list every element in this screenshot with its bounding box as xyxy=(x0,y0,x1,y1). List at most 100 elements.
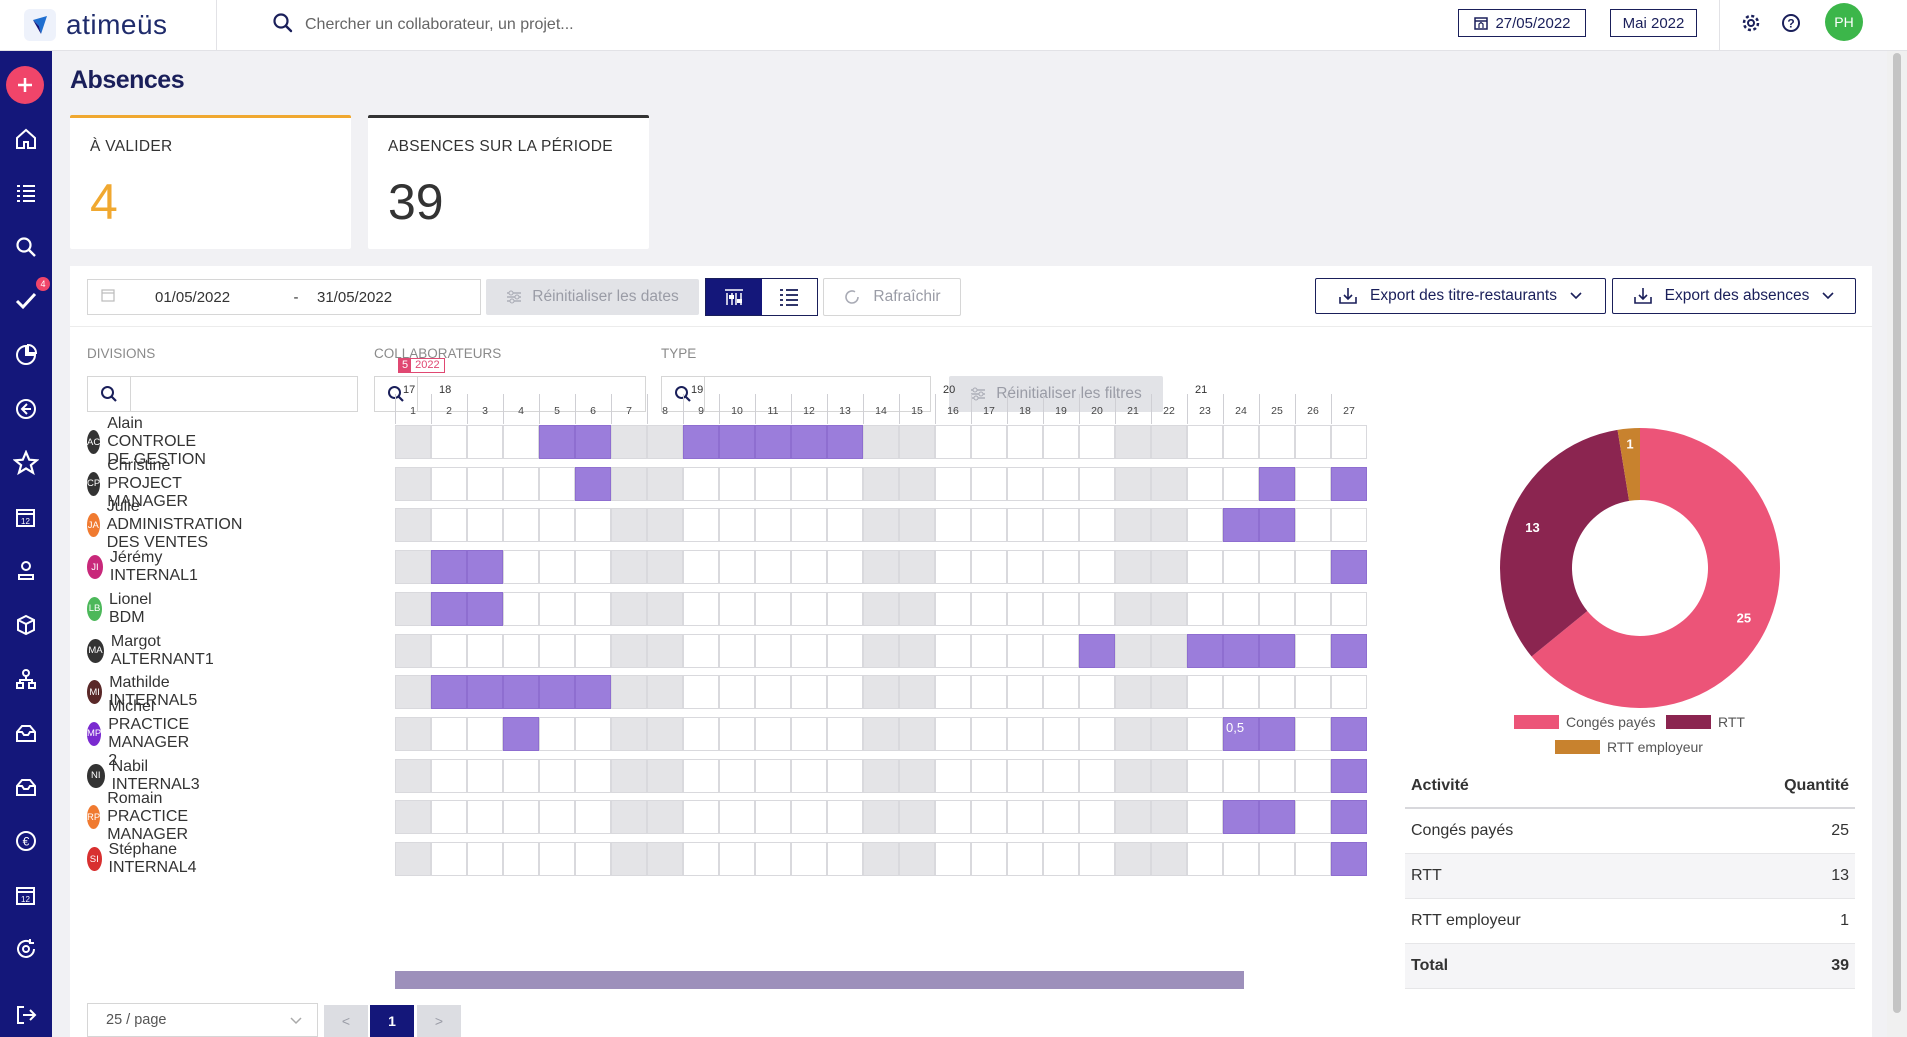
date-end[interactable]: 31/05/2022 xyxy=(317,289,427,306)
day-cell[interactable] xyxy=(827,591,863,626)
page-scrollbar[interactable] xyxy=(1887,51,1907,1037)
day-cell[interactable] xyxy=(1115,633,1151,668)
arrow-left-circle-icon[interactable] xyxy=(12,395,40,423)
day-cell[interactable] xyxy=(1079,842,1115,876)
day-cell[interactable] xyxy=(1007,758,1043,793)
date-start[interactable]: 01/05/2022 xyxy=(155,289,275,306)
day-cell[interactable] xyxy=(683,633,719,668)
day-cell[interactable] xyxy=(395,675,431,710)
day-cell[interactable] xyxy=(971,591,1007,626)
day-cell[interactable] xyxy=(755,800,791,835)
day-cell[interactable] xyxy=(1115,758,1151,793)
day-cell[interactable] xyxy=(539,550,575,585)
pending-validation-card[interactable]: À VALIDER 4 xyxy=(70,115,351,249)
collaborator-row-label[interactable]: RP Romain PRACTICE MANAGER xyxy=(87,790,199,843)
absence-cell[interactable] xyxy=(1223,508,1259,543)
day-cell[interactable] xyxy=(683,591,719,626)
day-cell[interactable] xyxy=(1295,758,1331,793)
day-cell[interactable] xyxy=(827,508,863,543)
day-cell[interactable] xyxy=(791,550,827,585)
absence-cell[interactable] xyxy=(827,425,863,459)
day-cell[interactable] xyxy=(1115,842,1151,876)
day-cell[interactable] xyxy=(935,591,971,626)
day-cell[interactable] xyxy=(971,800,1007,835)
day-cell[interactable] xyxy=(503,550,539,585)
absence-cell[interactable] xyxy=(575,675,611,710)
today-date-button[interactable]: 27/05/2022 xyxy=(1458,9,1586,37)
day-cell[interactable] xyxy=(1151,842,1187,876)
absence-cell[interactable] xyxy=(1259,466,1295,501)
day-cell[interactable] xyxy=(1151,633,1187,668)
day-cell[interactable] xyxy=(755,633,791,668)
day-cell[interactable] xyxy=(395,508,431,543)
absence-cell[interactable] xyxy=(1331,466,1367,501)
day-cell[interactable] xyxy=(899,466,935,501)
day-cell[interactable] xyxy=(575,508,611,543)
day-cell[interactable] xyxy=(1007,633,1043,668)
collaborator-row-label[interactable]: JI Jérémy INTERNAL1 xyxy=(87,549,206,584)
day-cell[interactable] xyxy=(575,800,611,835)
calendar-12-alt-icon[interactable]: 12 xyxy=(12,881,40,909)
day-cell[interactable] xyxy=(647,508,683,543)
day-cell[interactable] xyxy=(863,675,899,710)
day-cell[interactable] xyxy=(719,800,755,835)
day-cell[interactable] xyxy=(1187,716,1223,751)
day-cell[interactable] xyxy=(1151,466,1187,501)
day-cell[interactable] xyxy=(1295,842,1331,876)
day-cell[interactable] xyxy=(899,425,935,459)
day-cell[interactable] xyxy=(395,633,431,668)
absence-cell[interactable] xyxy=(1259,633,1295,668)
day-cell[interactable] xyxy=(1151,591,1187,626)
day-cell[interactable] xyxy=(1079,466,1115,501)
day-cell[interactable] xyxy=(1223,550,1259,585)
refresh-button[interactable]: Rafraîchir xyxy=(823,278,961,316)
reset-dates-button[interactable]: Réinitialiser les dates xyxy=(486,279,699,315)
day-cell[interactable] xyxy=(899,800,935,835)
day-cell[interactable] xyxy=(719,842,755,876)
absence-cell[interactable] xyxy=(1223,800,1259,835)
absence-cell[interactable] xyxy=(539,425,575,459)
day-cell[interactable] xyxy=(431,466,467,501)
day-cell[interactable] xyxy=(935,466,971,501)
day-cell[interactable] xyxy=(1115,800,1151,835)
day-cell[interactable] xyxy=(1007,675,1043,710)
day-cell[interactable] xyxy=(1187,425,1223,459)
logo[interactable]: atimeüs xyxy=(24,7,168,43)
add-button[interactable] xyxy=(6,66,44,104)
day-cell[interactable] xyxy=(647,800,683,835)
day-cell[interactable] xyxy=(935,425,971,459)
day-cell[interactable] xyxy=(1115,425,1151,459)
day-cell[interactable] xyxy=(1295,508,1331,543)
day-cell[interactable] xyxy=(575,758,611,793)
date-range-picker[interactable]: 01/05/2022 - 31/05/2022 xyxy=(87,279,481,315)
absence-cell[interactable] xyxy=(431,550,467,585)
calendar-view-button[interactable] xyxy=(706,279,762,315)
day-cell[interactable] xyxy=(1079,675,1115,710)
day-cell[interactable] xyxy=(863,758,899,793)
day-cell[interactable] xyxy=(1079,758,1115,793)
day-cell[interactable] xyxy=(503,591,539,626)
day-cell[interactable] xyxy=(1115,591,1151,626)
day-cell[interactable] xyxy=(1043,842,1079,876)
day-cell[interactable] xyxy=(503,508,539,543)
day-cell[interactable] xyxy=(647,591,683,626)
day-cell[interactable] xyxy=(503,466,539,501)
collaborator-row-label[interactable]: JA Julie ADMINISTRATION DES VENTES xyxy=(87,498,254,551)
page-size-select[interactable]: 25 / page xyxy=(87,1003,318,1037)
day-cell[interactable] xyxy=(1331,425,1367,459)
day-cell[interactable] xyxy=(431,758,467,793)
collaborator-row-label[interactable]: MA Margot ALTERNANT1 xyxy=(87,633,221,668)
day-cell[interactable] xyxy=(791,633,827,668)
day-cell[interactable] xyxy=(683,758,719,793)
day-cell[interactable] xyxy=(539,758,575,793)
page-1-button[interactable]: 1 xyxy=(370,1005,414,1037)
collaborator-row-label[interactable]: AC Alain CONTROLE DE GESTION xyxy=(87,415,207,468)
day-cell[interactable] xyxy=(1331,508,1367,543)
day-cell[interactable] xyxy=(755,550,791,585)
day-cell[interactable] xyxy=(935,800,971,835)
day-cell[interactable] xyxy=(1043,675,1079,710)
day-cell[interactable] xyxy=(575,633,611,668)
day-cell[interactable] xyxy=(1295,425,1331,459)
day-cell[interactable] xyxy=(647,633,683,668)
absence-cell[interactable] xyxy=(467,675,503,710)
